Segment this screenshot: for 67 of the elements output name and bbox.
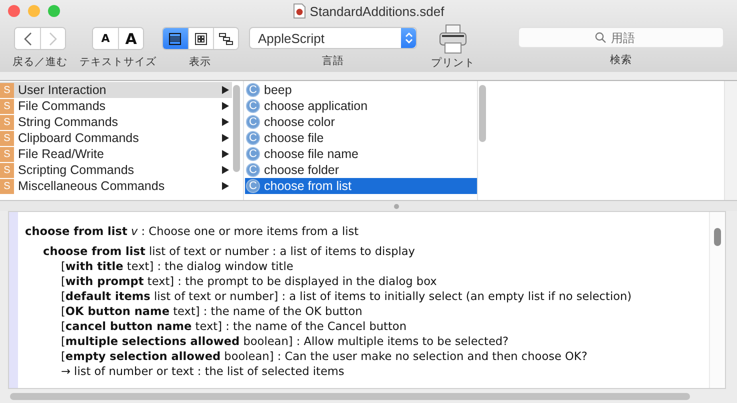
- list-view-button[interactable]: [162, 28, 188, 49]
- zoom-button[interactable]: [48, 5, 60, 17]
- print-label: プリント: [431, 56, 475, 70]
- chevron-right-icon: [49, 32, 57, 46]
- suite-item[interactable]: S User Interaction: [0, 82, 232, 98]
- parameter-line: [with title text] : the dialog window title: [60, 259, 294, 274]
- search-label: 検索: [610, 53, 632, 67]
- view-switcher[interactable]: [162, 27, 238, 50]
- command-item[interactable]: C choose color: [245, 114, 477, 130]
- suite-icon: S: [0, 162, 14, 178]
- hierarchy-icon: [218, 32, 232, 44]
- command-summary: choose from list v : Choose one or more items from a list: [25, 224, 360, 239]
- close-button[interactable]: [8, 5, 20, 17]
- direct-parameter: choose from list list of text or number : a list of items to display: [42, 244, 416, 259]
- minimize-button[interactable]: [28, 5, 40, 17]
- suite-item[interactable]: S Scripting Commands: [0, 162, 232, 178]
- suite-icon: S: [0, 114, 14, 130]
- command-icon: C: [246, 147, 260, 161]
- parameter-line: [with prompt text] : the prompt to be displayed in the dialog box: [60, 274, 438, 289]
- command-icon: C: [246, 83, 260, 97]
- parameter-line: [multiple selections allowed boolean] : Allow multiple items to be selected?: [60, 334, 510, 349]
- view-label: 表示: [189, 55, 211, 69]
- splitter-handle[interactable]: [394, 204, 399, 208]
- suite-item[interactable]: S File Commands: [0, 98, 232, 114]
- parameter-line: → list of number or text : the list of selected items: [60, 364, 346, 379]
- navigation-label: 戻る／進む: [12, 55, 68, 69]
- parameter-line: [empty selection allowed boolean] : Can the user make no selection and then choose OK?: [60, 349, 588, 364]
- window-title: StandardAdditions.sdef: [310, 4, 444, 18]
- command-icon: C: [246, 99, 260, 113]
- suite-item[interactable]: S File Read/Write: [0, 146, 232, 162]
- chevron-left-icon: [24, 32, 32, 46]
- command-item[interactable]: C beep: [245, 82, 477, 98]
- scrollbar-thumb[interactable]: [10, 392, 690, 400]
- suite-icon: S: [0, 178, 14, 194]
- text-size-label: テキストサイズ: [80, 55, 156, 69]
- suite-item[interactable]: S Miscellaneous Commands: [0, 178, 232, 194]
- suite-icon: S: [0, 130, 14, 146]
- document-icon: [292, 3, 306, 19]
- command-item[interactable]: C choose application: [245, 98, 477, 114]
- suite-item[interactable]: S String Commands: [0, 114, 232, 130]
- language-label: 言語: [322, 54, 344, 68]
- suite-item[interactable]: S Clipboard Commands: [0, 130, 232, 146]
- parameter-line: [OK button name text] : the name of the OK button: [60, 304, 364, 319]
- suite-icon: S: [0, 82, 14, 98]
- suite-icon: S: [0, 98, 14, 114]
- scrollbar-thumb[interactable]: [233, 85, 240, 172]
- scrollbar-thumb[interactable]: [714, 228, 721, 246]
- hierarchy-view-button[interactable]: [212, 28, 238, 49]
- command-item[interactable]: C choose file: [245, 130, 477, 146]
- parameter-line: [default items list of text or number] : a list of items to initially select (an empty list if no selection): [60, 289, 633, 304]
- command-icon: C: [246, 179, 260, 193]
- search-field[interactable]: 用語: [518, 27, 724, 48]
- list-icon: [168, 32, 182, 44]
- scrollbar-thumb[interactable]: [479, 85, 486, 142]
- larger-text-button[interactable]: A: [118, 28, 143, 49]
- command-item[interactable]: C choose from list: [245, 178, 477, 194]
- command-item[interactable]: C choose folder: [245, 162, 477, 178]
- command-icon: C: [246, 163, 260, 177]
- parameter-line: [cancel button name text] : the name of the Cancel button: [60, 319, 408, 334]
- grid-icon: [194, 32, 206, 44]
- command-item[interactable]: C choose file name: [245, 146, 477, 162]
- stepper-icon: [401, 28, 416, 48]
- suite-icon: S: [0, 146, 14, 162]
- printer-icon[interactable]: [438, 24, 468, 54]
- command-icon: C: [246, 115, 260, 129]
- command-icon: C: [246, 131, 260, 145]
- language-popup[interactable]: AppleScript: [249, 27, 417, 49]
